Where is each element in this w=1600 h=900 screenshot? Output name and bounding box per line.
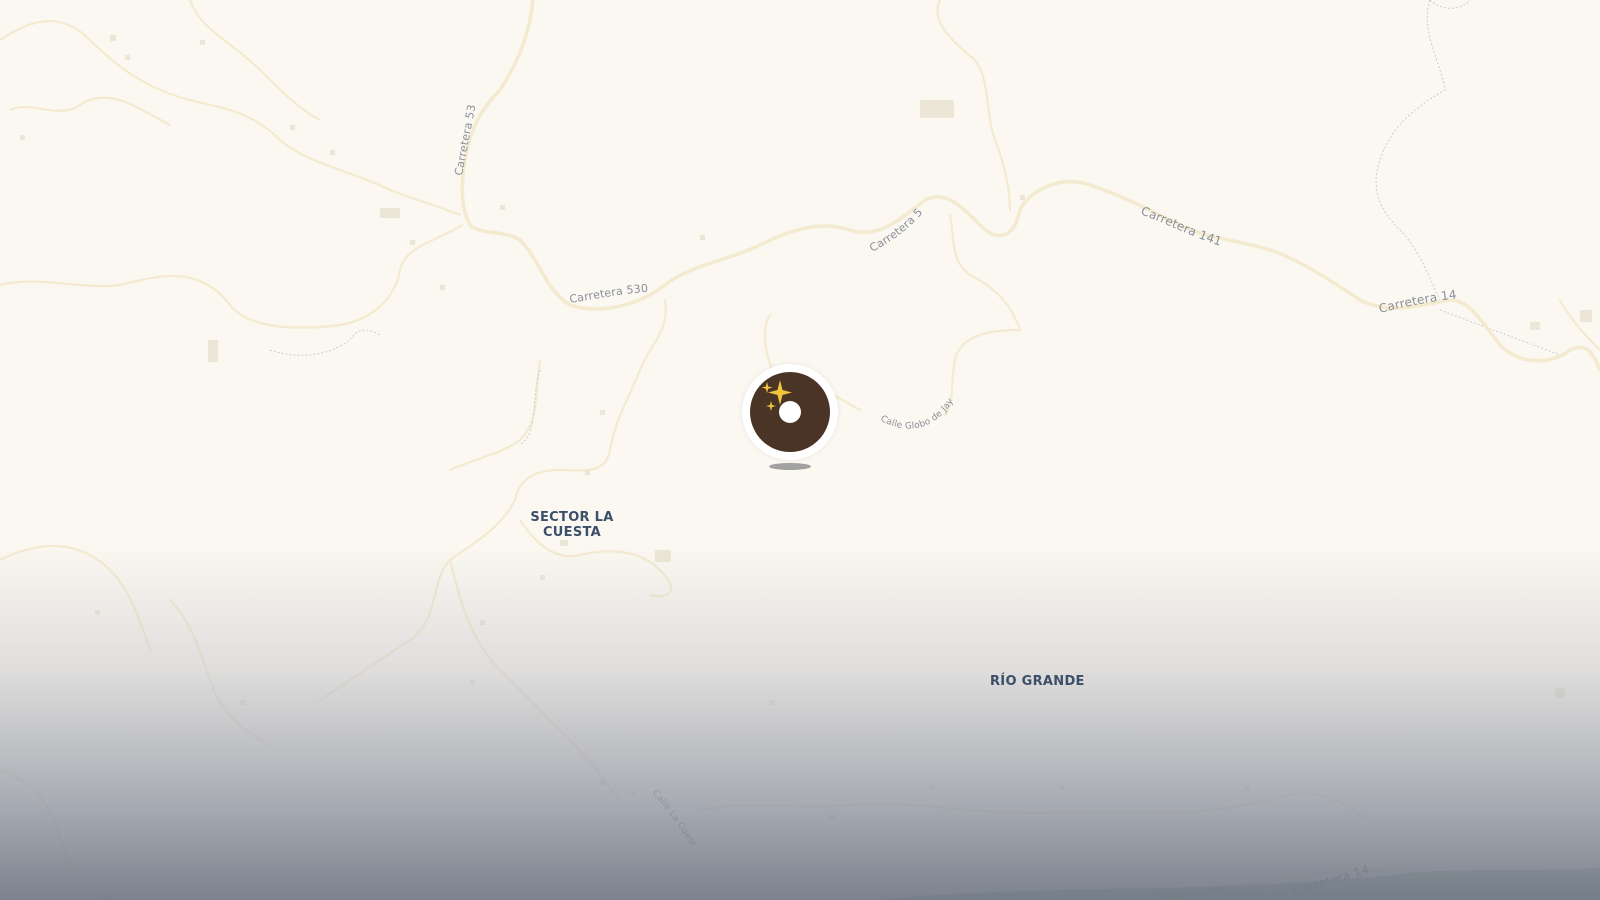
location-marker[interactable] [742,364,838,476]
road-label-carretera-141: Carretera 141 [0,0,1457,316]
place-label-sector-la-cuesta: SECTOR LA CUESTA [530,510,614,540]
road-label-carretera-141: Carretera 141 [0,0,1371,898]
road-label-calle-la-cuesta: Calle La Cuesta [0,0,698,849]
map-canvas[interactable]: Carretera 530 Carretera 530 Carretera 53… [0,0,1600,900]
major-roads [460,0,1600,900]
road-label-carretera-141: Carretera 141 [1139,204,1224,249]
marker-shadow [769,463,811,470]
place-label-rio-grande: RÍO GRANDE [990,674,1085,689]
park-area [880,868,1600,900]
donut-sparkles-icon [750,372,830,452]
